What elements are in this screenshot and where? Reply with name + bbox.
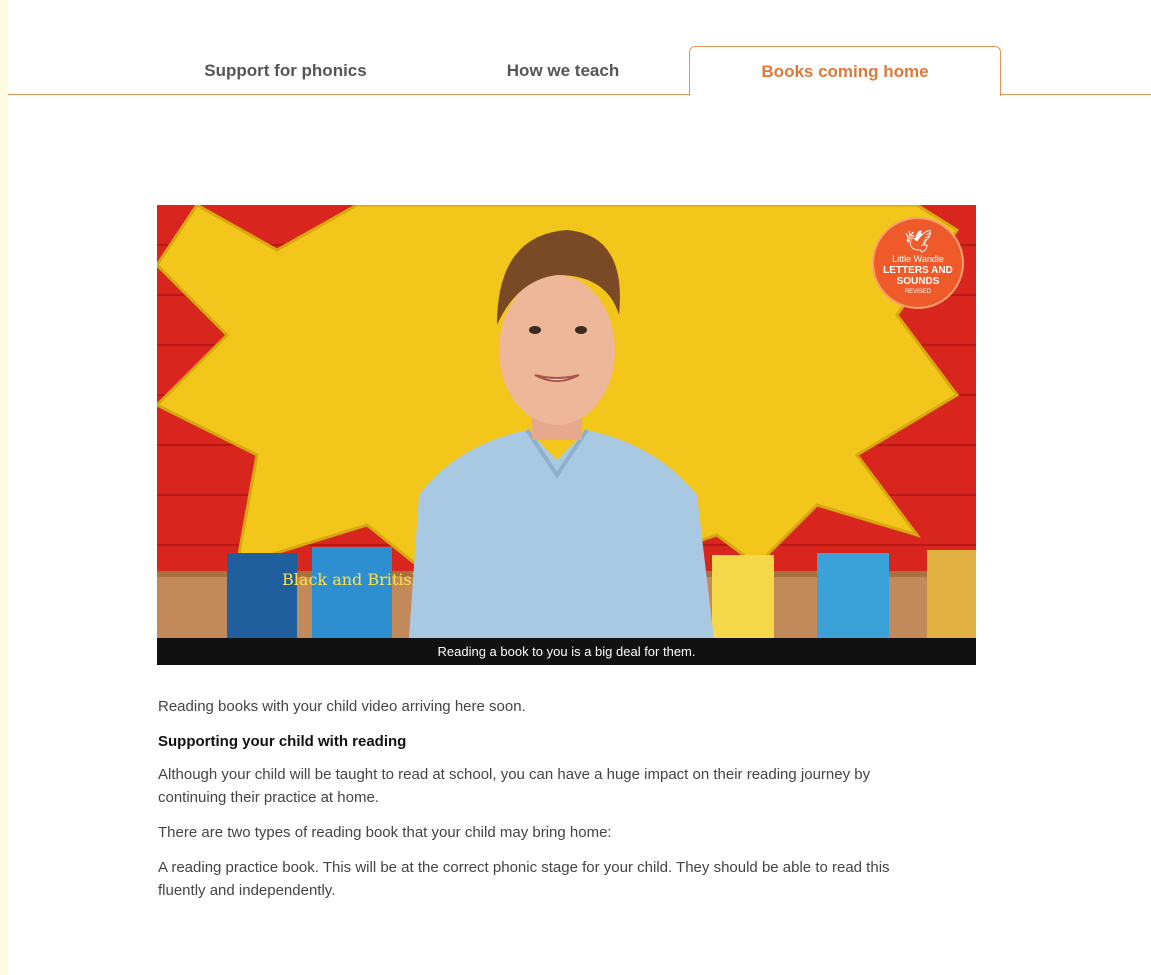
caption-text: Reading a book to you is a big deal for … <box>437 644 696 659</box>
logo-text-line3: REVISED <box>904 288 932 295</box>
book-title-text: Black and British <box>282 570 422 589</box>
page: Support for phonics How we teach Books c… <box>8 0 1151 975</box>
paragraph-2: There are two types of reading book that… <box>158 824 612 841</box>
tab-how-we-teach[interactable]: How we teach <box>463 46 663 95</box>
letters-and-sounds-logo: 🕊 Little Wandle LETTERS AND SOUNDS REVIS… <box>872 217 964 309</box>
tab-bar: Support for phonics How we teach Books c… <box>8 0 1151 96</box>
video-caption: Reading a book to you is a big deal for … <box>157 638 976 665</box>
logo-text-line2: LETTERS AND SOUNDS <box>883 264 953 287</box>
video-player[interactable]: Black and British 🕊 Little Wandle LETTER… <box>157 205 976 665</box>
video-frame-illustration: Black and British <box>157 205 976 665</box>
tab-support-for-phonics[interactable]: Support for phonics <box>158 46 413 95</box>
paragraph-3: A reading practice book. This will be at… <box>158 859 890 899</box>
article-content: Reading books with your child video arri… <box>158 695 918 914</box>
section-heading: Supporting your child with reading <box>158 733 407 750</box>
paragraph-1: Although your child will be taught to re… <box>158 766 871 806</box>
tab-books-coming-home[interactable]: Books coming home <box>689 46 1001 96</box>
bird-icon: 🕊 <box>904 228 932 254</box>
logo-text-line1: Little Wandle <box>892 253 944 264</box>
intro-text: Reading books with your child video arri… <box>158 698 526 715</box>
